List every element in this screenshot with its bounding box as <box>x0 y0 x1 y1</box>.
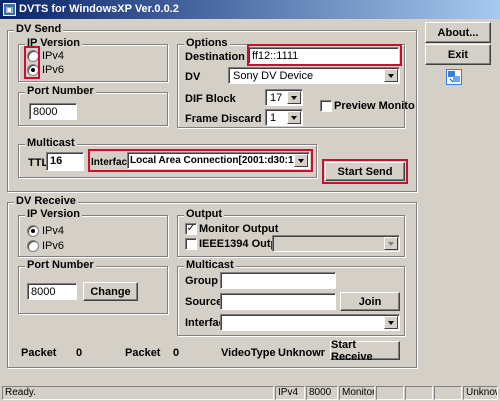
receive-interface-dropdown-icon[interactable] <box>384 316 398 329</box>
title-bar[interactable]: ▣ DVTS for WindowsXP Ver.0.0.2 <box>0 0 500 19</box>
send-ipv6-radio[interactable] <box>27 64 39 76</box>
dv-send-label: DV Send <box>14 23 64 35</box>
status-text: Ready. <box>2 386 274 400</box>
videotype-value: Unknowr <box>278 347 326 359</box>
receive-port-input[interactable]: 8000 <box>27 283 77 300</box>
packet-count-1: 0 <box>76 347 83 359</box>
join-button[interactable]: Join <box>340 292 400 311</box>
send-interface-select[interactable]: Local Area Connection[2001:d30:1a:0:217 <box>127 152 310 169</box>
about-button[interactable]: About... <box>425 22 491 43</box>
status-ip: IPv4 <box>275 386 305 400</box>
receive-ipv6-label[interactable]: IPv6 <box>42 240 64 252</box>
receive-ipv6-radio[interactable] <box>27 240 39 252</box>
send-ipv4-radio[interactable] <box>27 50 39 62</box>
send-multicast-label: Multicast <box>25 137 77 149</box>
receive-ip-version-label: IP Version <box>25 208 82 220</box>
frame-discard-select[interactable]: 1 <box>265 109 303 126</box>
frame-discard-label: Frame Discard <box>185 113 262 125</box>
dv-device-select[interactable]: Sony DV Device <box>228 67 400 84</box>
preview-monitor-label[interactable]: Preview Monito <box>334 100 415 112</box>
receive-port-label: Port Number <box>25 259 96 271</box>
status-pane-empty-2 <box>405 386 433 400</box>
frame-discard-dropdown-icon[interactable] <box>287 111 301 124</box>
source-input[interactable] <box>220 293 336 310</box>
destination-input[interactable]: ff12::1111 <box>248 47 399 64</box>
dv-label: DV <box>185 71 201 83</box>
window-title: DVTS for WindowsXP Ver.0.0.2 <box>19 3 179 15</box>
send-interface-value: Local Area Connection[2001:d30:1a:0:217 <box>130 155 310 166</box>
send-ipv6-label[interactable]: IPv6 <box>42 64 64 76</box>
receive-interface-select[interactable] <box>220 314 400 331</box>
send-ip-version-label: IP Version <box>25 37 82 49</box>
ieee1394-dropdown-icon <box>384 237 398 250</box>
ttl-input[interactable]: 16 <box>46 152 84 171</box>
group-label: Group <box>185 275 218 287</box>
destination-label: Destination <box>185 51 245 63</box>
packet-label-2: Packet <box>125 347 161 359</box>
packet-label-1: Packet <box>21 347 57 359</box>
status-bar: Ready. IPv4 8000 Monitor Unknown <box>0 384 500 401</box>
dv-device-value: Sony DV Device <box>233 70 314 82</box>
send-ip-version-group: IP Version <box>18 37 168 82</box>
options-label: Options <box>184 37 230 49</box>
group-input[interactable] <box>220 272 336 289</box>
dif-block-label: DIF Block <box>185 93 236 105</box>
dv-dropdown-icon[interactable] <box>384 69 398 82</box>
status-pane-empty-1 <box>376 386 404 400</box>
dif-block-dropdown-icon[interactable] <box>287 91 301 104</box>
exit-button[interactable]: Exit <box>425 44 491 65</box>
send-port-label: Port Number <box>25 85 96 97</box>
receive-ipv4-radio[interactable] <box>27 225 39 237</box>
status-pane-empty-3 <box>434 386 462 400</box>
dif-block-value: 17 <box>270 92 283 104</box>
change-port-button[interactable]: Change <box>83 282 138 301</box>
start-send-button[interactable]: Start Send <box>325 162 405 181</box>
preview-monitor-checkbox[interactable] <box>320 100 332 112</box>
monitor-output-checkbox[interactable]: ✓ <box>185 223 197 235</box>
ieee1394-device-select <box>272 235 400 252</box>
receive-ipv4-label[interactable]: IPv4 <box>42 225 64 237</box>
ieee1394-output-checkbox[interactable] <box>185 238 197 250</box>
status-video: Unknown <box>463 386 498 400</box>
videotype-label: VideoType <box>221 347 276 359</box>
packet-count-2: 0 <box>173 347 180 359</box>
monitor-output-label[interactable]: Monitor Output <box>199 223 278 235</box>
status-port: 8000 <box>306 386 338 400</box>
status-mode: Monitor <box>339 386 375 400</box>
network-status-icon <box>446 69 462 85</box>
output-label: Output <box>184 208 225 220</box>
frame-discard-value: 1 <box>270 112 277 124</box>
dv-receive-label: DV Receive <box>14 195 78 207</box>
receive-ip-version-group: IP Version <box>18 208 168 257</box>
send-ipv4-label[interactable]: IPv4 <box>42 50 64 62</box>
app-icon: ▣ <box>3 3 16 16</box>
send-port-input[interactable]: 8000 <box>29 103 77 120</box>
send-interface-dropdown-icon[interactable] <box>294 154 308 167</box>
source-label: Source <box>185 296 223 308</box>
receive-multicast-label: Multicast <box>184 259 236 271</box>
start-receive-button[interactable]: Start Receive <box>330 339 400 363</box>
dif-block-select[interactable]: 17 <box>265 89 303 106</box>
